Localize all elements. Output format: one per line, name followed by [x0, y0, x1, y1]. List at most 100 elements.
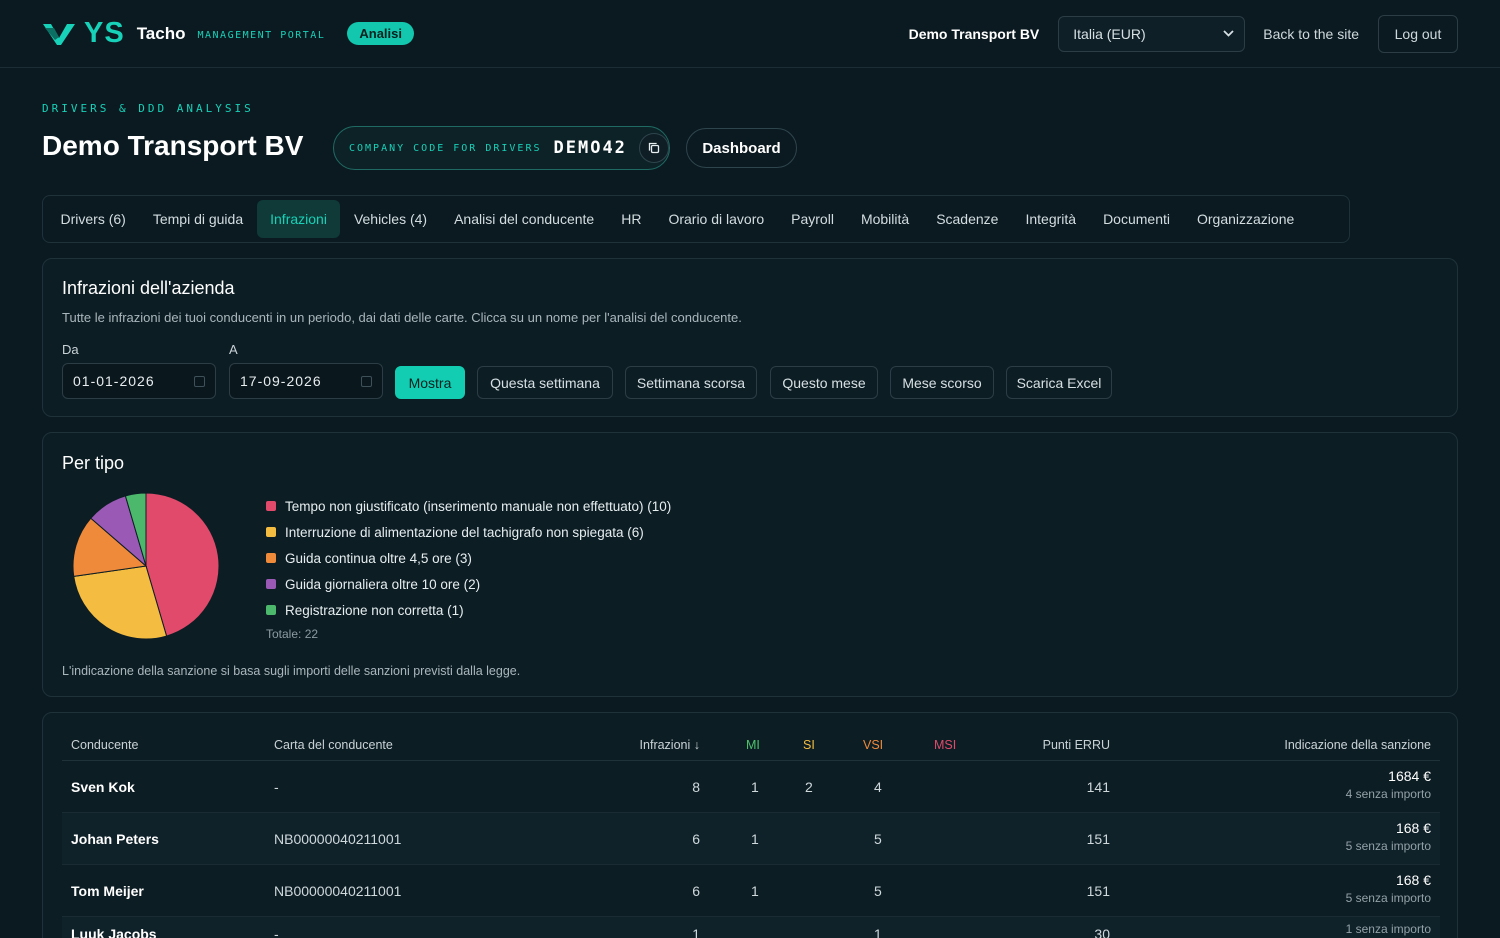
sanction-amount: 1684 €	[1388, 768, 1431, 784]
total-count: Totale: 22	[266, 627, 319, 641]
page-kicker: DRIVERS & DDD ANALYSIS	[42, 102, 254, 115]
to-label: A	[229, 342, 238, 357]
legend-item: Interruzione di alimentazione del tachig…	[266, 519, 671, 545]
from-date-input[interactable]: 01-01-2026	[62, 363, 216, 399]
sanction-cell: 168 € 5 senza importo	[1346, 820, 1431, 853]
legend-swatch	[266, 605, 276, 615]
col-erru[interactable]: Punti ERRU	[1043, 738, 1110, 752]
filters-title: Infrazioni dell'azienda	[62, 278, 235, 298]
logo[interactable]: YS Tacho MANAGEMENT PORTAL Analisi	[42, 19, 414, 48]
logo-v-icon	[42, 21, 76, 47]
download-excel-button[interactable]: Scarica Excel	[1006, 366, 1112, 399]
table-row[interactable]: Luuk Jacobs - 1 1 30 1 senza importo	[62, 917, 1440, 938]
erru-points: 151	[1086, 883, 1110, 899]
pie-legend: Tempo non giustificato (inserimento manu…	[266, 493, 671, 641]
col-infractions[interactable]: Infrazioni ↓	[640, 738, 700, 752]
table-row[interactable]: Tom Meijer NB00000040211001 6 1 5 151 16…	[62, 865, 1440, 917]
tab-organizzazione[interactable]: Organizzazione	[1183, 200, 1307, 238]
tab-hr[interactable]: HR	[608, 200, 655, 238]
driver-name[interactable]: Tom Meijer	[71, 883, 144, 899]
col-card[interactable]: Carta del conducente	[274, 738, 393, 752]
copy-icon[interactable]	[638, 133, 669, 163]
tab-documenti[interactable]: Documenti	[1090, 200, 1184, 238]
vsi-count: 1	[874, 926, 882, 938]
erru-points: 30	[1094, 926, 1110, 938]
no-amount-note: 5 senza importo	[1345, 839, 1431, 853]
col-sanction[interactable]: Indicazione della sanzione	[1284, 738, 1431, 752]
calendar-icon[interactable]	[361, 375, 372, 387]
driver-name[interactable]: Johan Peters	[71, 831, 159, 847]
analisi-badge: Analisi	[347, 22, 414, 45]
mi-count: 1	[751, 831, 759, 847]
legend-item: Tempo non giustificato (inserimento manu…	[266, 493, 671, 519]
tab-scadenze[interactable]: Scadenze	[923, 200, 1012, 238]
legend-label: Tempo non giustificato (inserimento manu…	[285, 498, 672, 514]
tab-integrita[interactable]: Integrità	[1012, 200, 1090, 238]
tab-vehicles[interactable]: Vehicles (4)	[340, 200, 440, 238]
tab-bar: Drivers (6) Tempi di guida Infrazioni Ve…	[42, 195, 1350, 243]
mi-count: 1	[751, 779, 759, 795]
this-month-button[interactable]: Questo mese	[770, 366, 878, 399]
page-title: Demo Transport BV	[42, 130, 304, 161]
sanction-cell: 1 senza importo	[1346, 919, 1431, 936]
company-code-value: DEMO42	[553, 138, 627, 158]
table-row[interactable]: Johan Peters NB00000040211001 6 1 5 151 …	[62, 813, 1440, 865]
calendar-icon[interactable]	[194, 375, 205, 387]
infractions-count: 1	[692, 926, 700, 938]
table-row[interactable]: Sven Kok - 8 1 2 4 141 1684 € 4 senza im…	[62, 761, 1440, 813]
legend-swatch	[266, 501, 276, 511]
vsi-count: 5	[874, 883, 882, 899]
tab-mobilita[interactable]: Mobilità	[847, 200, 922, 238]
col-vsi[interactable]: VSI	[863, 738, 883, 752]
chevron-down-icon	[1223, 28, 1234, 40]
legend-label: Guida giornaliera oltre 10 ore (2)	[285, 576, 481, 592]
erru-points: 151	[1086, 831, 1110, 847]
legend-swatch	[266, 579, 276, 589]
tab-analisi-conducente[interactable]: Analisi del conducente	[441, 200, 608, 238]
no-amount-note: 5 senza importo	[1345, 891, 1431, 905]
last-month-button[interactable]: Mese scorso	[890, 366, 994, 399]
legend-label: Interruzione di alimentazione del tachig…	[285, 524, 644, 540]
driver-name[interactable]: Sven Kok	[71, 779, 135, 795]
mi-count: 1	[751, 883, 759, 899]
legend-label: Guida continua oltre 4,5 ore (3)	[285, 550, 472, 566]
from-label: Da	[62, 342, 79, 357]
company-code-label: COMPANY CODE FOR DRIVERS	[349, 142, 542, 154]
back-to-site-link[interactable]: Back to the site	[1263, 26, 1359, 42]
last-week-button[interactable]: Settimana scorsa	[625, 366, 757, 399]
col-mi[interactable]: MI	[746, 738, 760, 752]
infractions-count: 8	[692, 779, 700, 795]
col-msi[interactable]: MSI	[934, 738, 956, 752]
si-count: 2	[805, 779, 813, 795]
dashboard-button[interactable]: Dashboard	[686, 128, 797, 168]
tab-drivers[interactable]: Drivers (6)	[47, 200, 139, 238]
filters-card: Infrazioni dell'azienda Tutte le infrazi…	[42, 258, 1458, 417]
region-select[interactable]: Italia (EUR)	[1058, 15, 1246, 52]
col-driver[interactable]: Conducente	[71, 738, 138, 752]
show-button[interactable]: Mostra	[395, 366, 465, 399]
top-bar: YS Tacho MANAGEMENT PORTAL Analisi Demo …	[0, 0, 1500, 68]
legend-label: Registrazione non corretta (1)	[285, 602, 464, 618]
tab-infrazioni[interactable]: Infrazioni	[256, 200, 341, 238]
this-week-button[interactable]: Questa settimana	[477, 366, 613, 399]
by-type-title: Per tipo	[62, 453, 125, 473]
sanction-footnote: L'indicazione della sanzione si basa sug…	[62, 664, 521, 678]
tab-orario-di-lavoro[interactable]: Orario di lavoro	[655, 200, 778, 238]
driver-card: -	[274, 779, 279, 795]
driver-name[interactable]: Luuk Jacobs	[71, 926, 157, 938]
no-amount-note: 1 senza importo	[1345, 922, 1431, 936]
to-date-value: 17-09-2026	[240, 373, 322, 389]
col-si[interactable]: SI	[803, 738, 815, 752]
company-name: Demo Transport BV	[908, 25, 1040, 42]
tab-payroll[interactable]: Payroll	[778, 200, 848, 238]
legend-item: Guida continua oltre 4,5 ore (3)	[266, 545, 671, 571]
logo-text: YS	[84, 17, 125, 49]
driver-card: NB00000040211001	[274, 831, 402, 847]
to-date-input[interactable]: 17-09-2026	[229, 363, 383, 399]
logout-button[interactable]: Log out	[1378, 14, 1458, 53]
legend-item: Guida giornaliera oltre 10 ore (2)	[266, 571, 671, 597]
driver-card: -	[274, 926, 279, 938]
table-header: Conducente Carta del conducente Infrazio…	[62, 733, 1440, 761]
sanction-amount: 168 €	[1395, 820, 1431, 836]
tab-tempi-di-guida[interactable]: Tempi di guida	[139, 200, 256, 238]
